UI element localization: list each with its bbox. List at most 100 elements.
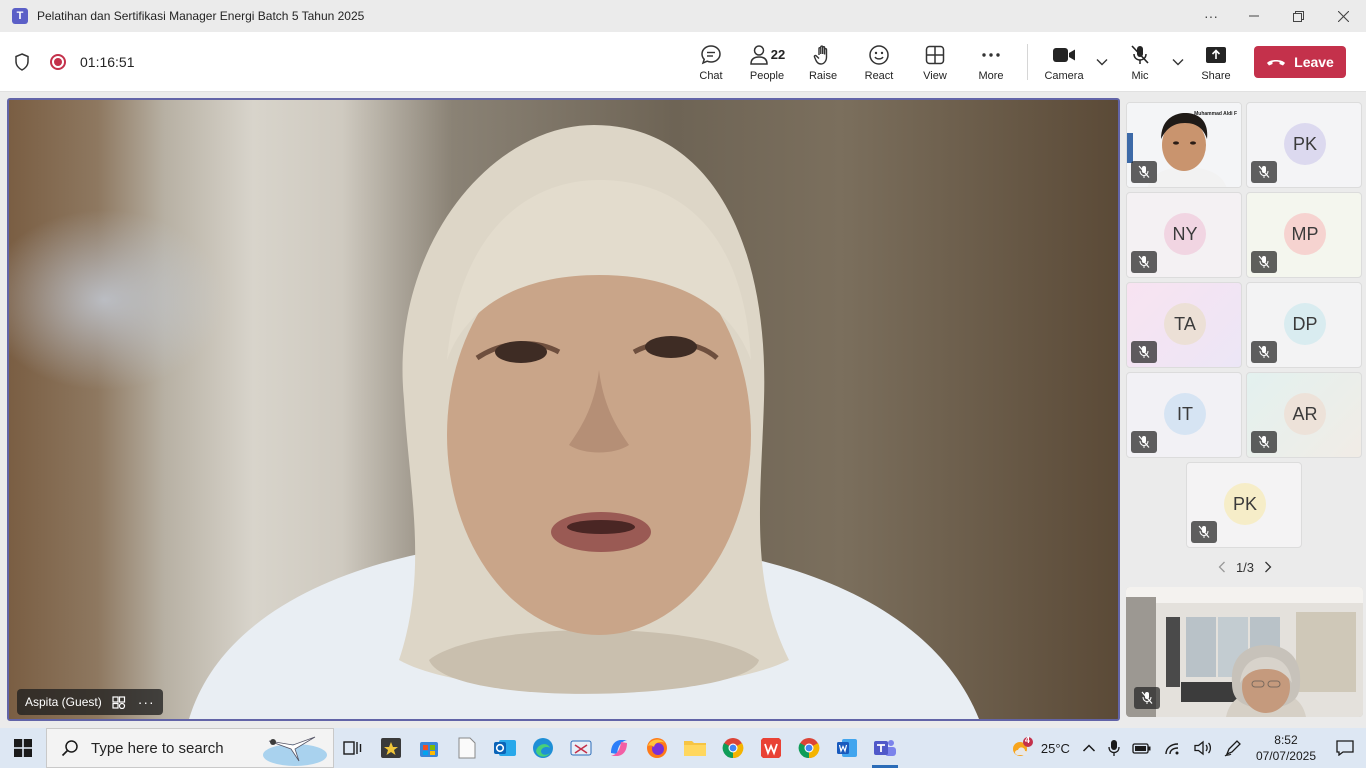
notifications-button[interactable]: [1324, 728, 1366, 768]
chevron-down-icon: [1096, 59, 1108, 66]
taskbar-app-store[interactable]: [410, 728, 448, 768]
show-hidden-icons-button[interactable]: [1076, 728, 1102, 768]
chat-button[interactable]: Chat: [683, 32, 739, 92]
taskbar-search-box[interactable]: Type here to search: [46, 728, 334, 768]
self-video-feed: [1126, 587, 1363, 717]
taskbar-app-snipping[interactable]: [562, 728, 600, 768]
view-button[interactable]: View: [907, 32, 963, 92]
weather-widget[interactable]: 4 25°C: [1004, 728, 1076, 768]
participant-tile[interactable]: PK: [1186, 462, 1302, 548]
chevron-right-icon: [1265, 561, 1272, 573]
share-button[interactable]: Share: [1188, 32, 1244, 92]
meeting-timer: 01:16:51: [80, 54, 135, 70]
taskbar-app-firefox[interactable]: [638, 728, 676, 768]
participant-tile[interactable]: MP: [1246, 192, 1362, 278]
mic-off-icon: [1131, 44, 1149, 64]
taskbar-app-wps[interactable]: [752, 728, 790, 768]
people-button[interactable]: 22 People: [739, 32, 795, 92]
start-button[interactable]: [0, 728, 46, 768]
battery-icon: [1132, 743, 1151, 754]
participant-gallery: Muhammad Aldi F PK NY MP TA DP IT AR PK …: [1124, 98, 1366, 728]
taskbar-app-movie[interactable]: [372, 728, 410, 768]
previous-page-button[interactable]: [1208, 561, 1236, 573]
mic-button[interactable]: Mic: [1112, 32, 1168, 92]
battery-button[interactable]: [1126, 728, 1158, 768]
taskbar-clock[interactable]: 8:52 07/07/2025: [1248, 732, 1324, 764]
mic-off-icon: [1198, 525, 1210, 538]
view-label: View: [923, 69, 947, 82]
notification-icon: [1336, 740, 1354, 756]
next-page-button[interactable]: [1254, 561, 1282, 573]
self-view-video[interactable]: [1126, 587, 1363, 717]
toolbar-divider: [1027, 44, 1028, 80]
pen-icon: [1224, 740, 1241, 757]
main-video-stage[interactable]: Aspita (Guest) ···: [7, 98, 1120, 721]
leave-label: Leave: [1294, 54, 1334, 70]
more-button[interactable]: More: [963, 32, 1019, 92]
react-button[interactable]: React: [851, 32, 907, 92]
shield-icon[interactable]: [14, 53, 30, 71]
mic-off-icon: [1258, 435, 1270, 448]
wifi-icon: [1165, 743, 1179, 755]
smiley-icon: [869, 44, 889, 65]
teams-meeting-window: T Pelatihan dan Sertifikasi Manager Ener…: [0, 0, 1366, 768]
people-label: People: [749, 69, 785, 82]
restore-icon: [1293, 10, 1304, 22]
restore-button[interactable]: [1276, 0, 1321, 32]
taskbar-app-word[interactable]: [828, 728, 866, 768]
taskbar-app-copilot[interactable]: [600, 728, 638, 768]
mic-options-button[interactable]: [1168, 32, 1188, 92]
task-view-button[interactable]: [334, 728, 372, 768]
network-button[interactable]: [1158, 728, 1188, 768]
teams-icon: T: [12, 8, 28, 24]
weather-icon: [1012, 737, 1033, 756]
grid-view-icon: [925, 45, 945, 64]
participant-tile[interactable]: PK: [1246, 102, 1362, 188]
taskbar-app-file[interactable]: [448, 728, 486, 768]
participant-tile[interactable]: IT: [1126, 372, 1242, 458]
pen-button[interactable]: [1218, 728, 1248, 768]
camera-button[interactable]: Camera: [1036, 32, 1092, 92]
taskbar-app-chrome-2[interactable]: [790, 728, 828, 768]
windows-logo-icon: [14, 739, 32, 757]
mic-off-icon: [1258, 255, 1270, 268]
participant-tile[interactable]: Muhammad Aldi F: [1126, 102, 1242, 188]
taskbar-app-edge[interactable]: [524, 728, 562, 768]
meeting-info: 01:16:51: [14, 32, 135, 92]
taskbar-app-teams[interactable]: [866, 728, 904, 768]
minimize-button[interactable]: [1231, 0, 1276, 32]
tile-mute-indicator: [1131, 251, 1157, 273]
more-icon: [982, 52, 1000, 57]
avatar: IT: [1164, 393, 1206, 435]
tile-mute-indicator: [1131, 341, 1157, 363]
window-more-icon[interactable]: ···: [1191, 0, 1231, 32]
taskbar-app-chrome[interactable]: [714, 728, 752, 768]
taskbar-app-outlook[interactable]: [486, 728, 524, 768]
volume-button[interactable]: [1188, 728, 1218, 768]
leave-button[interactable]: Leave: [1254, 46, 1346, 78]
speaker-video: [189, 125, 979, 719]
gallery-pager: 1/3: [1124, 554, 1366, 580]
chrome-icon: [798, 738, 820, 759]
participant-count: 22: [770, 47, 786, 62]
weather-temp: 25°C: [1040, 740, 1070, 756]
folder-icon: [684, 741, 706, 756]
participant-tile[interactable]: AR: [1246, 372, 1362, 458]
mic-off-icon: [1138, 255, 1150, 268]
participant-tile[interactable]: TA: [1126, 282, 1242, 368]
raise-hand-button[interactable]: Raise: [795, 32, 851, 92]
task-view-icon: [343, 741, 362, 755]
camera-options-button[interactable]: [1092, 32, 1112, 92]
participant-tile[interactable]: NY: [1126, 192, 1242, 278]
tile-caption: Muhammad Aldi F: [1194, 111, 1237, 117]
outlook-icon: [494, 740, 516, 756]
speaker-more-button[interactable]: ···: [138, 694, 155, 710]
close-button[interactable]: [1321, 0, 1366, 32]
tray-mic-button[interactable]: [1102, 728, 1126, 768]
taskbar-app-explorer[interactable]: [676, 728, 714, 768]
mic-off-icon: [1141, 691, 1153, 704]
participant-options-icon[interactable]: [112, 695, 126, 709]
participant-tile[interactable]: DP: [1246, 282, 1362, 368]
document-icon: [458, 737, 476, 759]
meeting-controls: Chat 22 People Raise React View More Cam…: [683, 32, 1244, 92]
